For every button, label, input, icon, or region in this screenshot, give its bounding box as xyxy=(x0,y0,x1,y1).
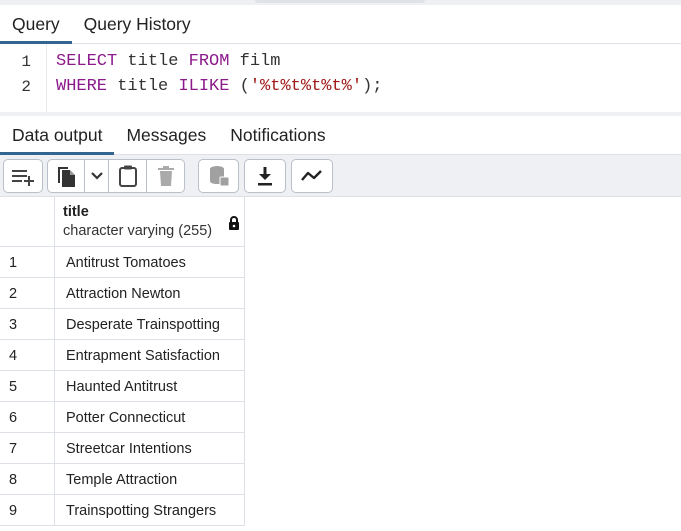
keyword-token: WHERE xyxy=(56,77,108,96)
code-line-1[interactable]: SELECT title FROM film xyxy=(40,52,280,71)
tab-query-history[interactable]: Query History xyxy=(72,5,203,43)
data-toolbar xyxy=(0,155,681,197)
row-number[interactable]: 2 xyxy=(0,278,55,309)
tab-data-output[interactable]: Data output xyxy=(0,116,115,155)
paste-icon xyxy=(118,165,137,187)
copy-button[interactable] xyxy=(47,159,85,193)
row-number[interactable]: 3 xyxy=(0,309,55,340)
code-line-2[interactable]: WHERE title ILIKE ('%t%t%t%t%'); xyxy=(40,77,382,96)
add-row-icon xyxy=(12,170,34,186)
title-cell[interactable]: Streetcar Intentions xyxy=(55,433,245,464)
table-row[interactable]: 6 Potter Connecticut xyxy=(0,402,245,433)
title-cell[interactable]: Entrapment Satisfaction xyxy=(55,340,245,371)
code-token: ( xyxy=(229,77,250,96)
code-token: title xyxy=(117,52,189,71)
table-row[interactable]: 4 Entrapment Satisfaction xyxy=(0,340,245,371)
string-token: '%t%t%t%t%' xyxy=(249,77,363,96)
column-name: title xyxy=(63,204,89,220)
row-number[interactable]: 1 xyxy=(0,247,55,278)
save-data-button[interactable] xyxy=(198,159,239,193)
row-number[interactable]: 9 xyxy=(0,495,55,526)
title-cell[interactable]: Desperate Trainspotting xyxy=(55,309,245,340)
row-number-header[interactable] xyxy=(0,197,55,247)
table-row[interactable]: 9 Trainspotting Strangers xyxy=(0,495,245,526)
title-cell[interactable]: Antitrust Tomatoes xyxy=(55,247,245,278)
delete-icon xyxy=(157,166,174,186)
sql-editor[interactable]: 1 SELECT title FROM film 2 WHERE title I… xyxy=(0,44,681,112)
copy-options-dropdown[interactable] xyxy=(85,159,109,193)
delete-button[interactable] xyxy=(147,159,185,193)
add-row-button[interactable] xyxy=(3,159,43,193)
tab-notifications[interactable]: Notifications xyxy=(218,116,337,154)
table-row[interactable]: 2 Attraction Newton xyxy=(0,278,245,309)
editor-line[interactable]: 2 WHERE title ILIKE ('%t%t%t%t%'); xyxy=(0,74,382,99)
title-cell[interactable]: Potter Connecticut xyxy=(55,402,245,433)
title-cell[interactable]: Attraction Newton xyxy=(55,278,245,309)
query-tabbar: Query Query History xyxy=(0,5,681,44)
code-token: ); xyxy=(362,77,383,96)
tab-messages[interactable]: Messages xyxy=(114,116,218,154)
row-number[interactable]: 4 xyxy=(0,340,55,371)
column-type: character varying (255) xyxy=(63,223,213,239)
keyword-token: SELECT xyxy=(56,52,118,71)
title-cell[interactable]: Temple Attraction xyxy=(55,464,245,495)
copy-icon xyxy=(58,167,75,187)
code-token: title xyxy=(107,77,179,96)
chevron-down-icon xyxy=(90,172,103,180)
keyword-token: FROM xyxy=(188,52,230,71)
title-cell[interactable]: Haunted Antitrust xyxy=(55,371,245,402)
save-data-icon xyxy=(209,166,229,187)
top-handle xyxy=(255,0,425,3)
table-row[interactable]: 7 Streetcar Intentions xyxy=(0,433,245,464)
graph-icon xyxy=(301,170,322,181)
download-icon xyxy=(258,167,272,186)
column-header-title[interactable]: title character varying (255) xyxy=(55,197,245,247)
tab-query[interactable]: Query xyxy=(0,5,72,44)
row-number[interactable]: 6 xyxy=(0,402,55,433)
download-button[interactable] xyxy=(244,159,286,193)
row-number[interactable]: 7 xyxy=(0,433,55,464)
copy-paste-group xyxy=(47,159,185,193)
table-row[interactable]: 3 Desperate Trainspotting xyxy=(0,309,245,340)
row-number[interactable]: 8 xyxy=(0,464,55,495)
table-row[interactable]: 5 Haunted Antitrust xyxy=(0,371,245,402)
keyword-token: ILIKE xyxy=(178,77,230,96)
line-number: 1 xyxy=(21,52,31,71)
title-cell[interactable]: Trainspotting Strangers xyxy=(55,495,245,526)
table-row[interactable]: 8 Temple Attraction xyxy=(0,464,245,495)
editor-line[interactable]: 1 SELECT title FROM film xyxy=(0,49,280,74)
paste-button[interactable] xyxy=(109,159,147,193)
table-row[interactable]: 1 Antitrust Tomatoes xyxy=(0,247,245,278)
output-tabbar: Data output Messages Notifications xyxy=(0,116,681,155)
lock-icon xyxy=(229,216,239,230)
row-number[interactable]: 5 xyxy=(0,371,55,402)
line-number: 2 xyxy=(21,77,31,96)
result-grid: title character varying (255) 1 Antitrust… xyxy=(0,197,681,531)
code-token: film xyxy=(229,52,281,71)
graph-visualiser-button[interactable] xyxy=(291,159,333,193)
